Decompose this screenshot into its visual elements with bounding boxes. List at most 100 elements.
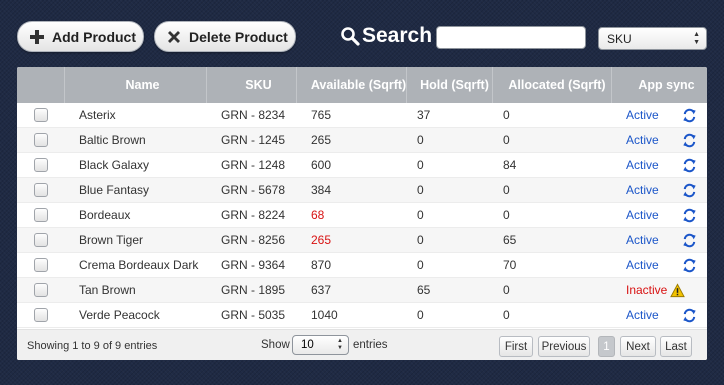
column-header-hold[interactable]: Hold (Sqrft): [407, 67, 493, 103]
previous-page-button[interactable]: Previous: [538, 336, 590, 357]
sync-icon[interactable]: [682, 183, 697, 198]
row-select-cell: [17, 103, 65, 127]
table-row[interactable]: Baltic Brown GRN - 1245 265 0 0 Active: [17, 128, 707, 153]
column-header-available[interactable]: Available (Sqrft): [297, 67, 407, 103]
sync-status: Active: [626, 233, 659, 247]
plus-icon: [28, 28, 46, 46]
product-sku: GRN - 1895: [221, 283, 286, 297]
sync-status: Active: [626, 308, 659, 322]
table-row[interactable]: Bordeaux GRN - 8224 68 0 0 Active: [17, 203, 707, 228]
page-length-select[interactable]: 10 ▲ ▼: [292, 335, 349, 355]
select-arrows-icon: ▲ ▼: [337, 338, 343, 351]
row-checkbox[interactable]: [34, 283, 48, 297]
first-page-button[interactable]: First: [499, 336, 533, 357]
sync-icon[interactable]: [682, 233, 697, 248]
sync-icon[interactable]: [682, 133, 697, 148]
delete-product-label: Delete Product: [189, 28, 288, 45]
available-sqft: 600: [311, 158, 332, 172]
app-sync-cell: Active: [612, 303, 707, 327]
add-product-button[interactable]: Add Product: [17, 21, 144, 52]
row-select-cell: [17, 278, 65, 302]
table-row[interactable]: Crema Bordeaux Dark GRN - 9364 870 0 70 Activ…: [17, 253, 707, 278]
add-product-label: Add Product: [52, 28, 136, 45]
table-row[interactable]: Black Galaxy GRN - 1248 600 0 84 Active: [17, 153, 707, 178]
app-sync-cell: Active: [612, 178, 707, 202]
product-name: Verde Peacock: [79, 308, 160, 322]
app-sync-cell: Active: [612, 128, 707, 152]
sync-status: Active: [626, 133, 659, 147]
search-filter-select[interactable]: SKU ▲ ▼: [598, 27, 707, 50]
row-checkbox[interactable]: [34, 133, 48, 147]
sync-status: Active: [626, 258, 659, 272]
product-sku: GRN - 1248: [221, 158, 286, 172]
product-sku: GRN - 9364: [221, 258, 286, 272]
sync-icon[interactable]: [682, 208, 697, 223]
row-select-cell: [17, 153, 65, 177]
row-select-cell: [17, 128, 65, 152]
row-checkbox[interactable]: [34, 258, 48, 272]
entries-info: Showing 1 to 9 of 9 entries: [27, 340, 158, 352]
table-row[interactable]: Blue Fantasy GRN - 5678 384 0 0 Active: [17, 178, 707, 203]
delete-product-button[interactable]: Delete Product: [154, 21, 296, 52]
available-sqft: 765: [311, 108, 332, 122]
select-arrows-icon: ▲ ▼: [693, 31, 700, 46]
hold-sqft: 0: [417, 208, 424, 222]
column-header-sku[interactable]: SKU: [207, 67, 297, 103]
table-row[interactable]: Brown Tiger GRN - 8256 265 0 65 Active: [17, 228, 707, 253]
sync-icon[interactable]: [682, 258, 697, 273]
table-body: Asterix GRN - 8234 765 37 0 Active Baltic Brow…: [17, 103, 707, 328]
app-sync-cell: Active: [612, 253, 707, 277]
column-header-app-sync[interactable]: App sync: [612, 67, 707, 103]
hold-sqft: 65: [417, 283, 431, 297]
search-input[interactable]: [436, 26, 586, 49]
product-name: Baltic Brown: [79, 133, 146, 147]
sync-status: Inactive: [626, 283, 668, 297]
column-header-name[interactable]: Name: [65, 67, 207, 103]
available-sqft: 384: [311, 183, 332, 197]
row-checkbox[interactable]: [34, 233, 48, 247]
hold-sqft: 0: [417, 233, 424, 247]
row-checkbox[interactable]: [34, 158, 48, 172]
next-page-button[interactable]: Next: [620, 336, 656, 357]
product-name: Blue Fantasy: [79, 183, 150, 197]
product-sku: GRN - 5035: [221, 308, 286, 322]
hold-sqft: 37: [417, 108, 431, 122]
sync-icon[interactable]: [682, 158, 697, 173]
last-page-button[interactable]: Last: [660, 336, 692, 357]
row-select-cell: [17, 228, 65, 252]
page-1-button[interactable]: 1: [598, 336, 615, 357]
table-row[interactable]: Tan Brown GRN - 1895 637 65 0 Inactive: [17, 278, 707, 303]
allocated-sqft: 0: [503, 183, 510, 197]
row-select-cell: [17, 203, 65, 227]
row-checkbox[interactable]: [34, 308, 48, 322]
hold-sqft: 0: [417, 308, 424, 322]
sync-icon[interactable]: [682, 308, 697, 323]
product-sku: GRN - 8224: [221, 208, 286, 222]
row-checkbox[interactable]: [34, 183, 48, 197]
product-name: Black Galaxy: [79, 158, 150, 172]
row-checkbox[interactable]: [34, 208, 48, 222]
available-sqft: 637: [311, 283, 332, 297]
app-sync-cell: Active: [612, 103, 707, 127]
available-sqft: 265: [311, 233, 332, 247]
hold-sqft: 0: [417, 183, 424, 197]
row-checkbox[interactable]: [34, 108, 48, 122]
allocated-sqft: 0: [503, 133, 510, 147]
app-sync-cell: Active: [612, 228, 707, 252]
products-table-panel: Name SKU Available (Sqrft) Hold (Sqrft) …: [17, 67, 707, 360]
table-row[interactable]: Asterix GRN - 8234 765 37 0 Active: [17, 103, 707, 128]
table-row[interactable]: Verde Peacock GRN - 5035 1040 0 0 Active: [17, 303, 707, 328]
show-label: Show: [261, 339, 290, 351]
available-sqft: 1040: [311, 308, 338, 322]
column-header-allocated[interactable]: Allocated (Sqrft): [493, 67, 612, 103]
column-header-select[interactable]: [17, 67, 65, 103]
allocated-sqft: 0: [503, 308, 510, 322]
hold-sqft: 0: [417, 158, 424, 172]
table-footer: Showing 1 to 9 of 9 entries Show 10 ▲ ▼ e…: [17, 329, 707, 360]
search-filter-value: SKU: [607, 31, 632, 46]
sync-icon[interactable]: [682, 108, 697, 123]
app-sync-cell: Active: [612, 203, 707, 227]
row-select-cell: [17, 253, 65, 277]
entries-label: entries: [353, 339, 388, 351]
page-length-value: 10: [301, 339, 314, 351]
